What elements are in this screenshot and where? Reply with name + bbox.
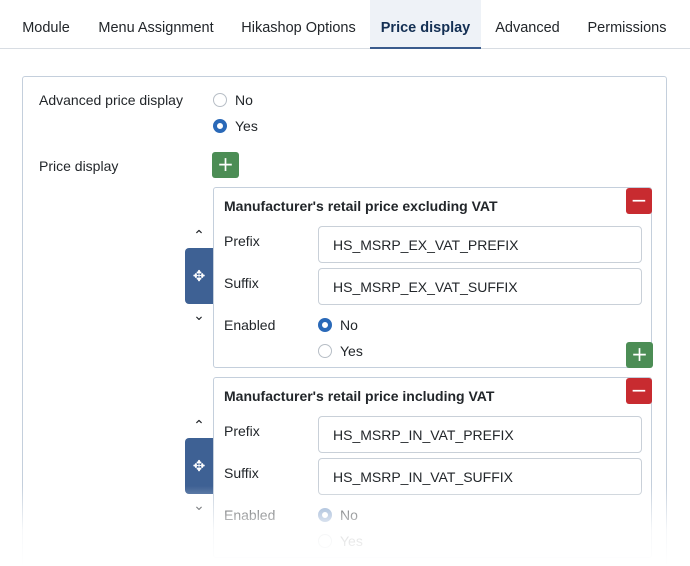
plus-icon: + [631,342,648,366]
price-display-item: Manufacturer's retail price including VA… [213,377,652,558]
tab-hikashop-options[interactable]: Hikashop Options [228,0,369,49]
minus-icon: − [630,378,648,402]
suffix-label: Suffix [224,275,259,291]
enabled-label: Enabled [224,507,276,523]
suffix-input[interactable] [318,268,642,305]
advanced-price-display-yes-radio[interactable]: Yes [213,118,258,134]
item-title: Manufacturer's retail price including VA… [224,388,495,404]
radio-label: Yes [235,118,258,134]
item-mover: ⌃ ✥ ⌄ [185,224,213,328]
arrows-move-icon: ✥ [192,457,206,475]
enabled-yes-radio[interactable]: Yes [318,343,363,359]
radio-on-icon [213,119,227,133]
radio-label: No [235,92,253,108]
radio-off-icon [318,534,332,548]
tab-price-display[interactable]: Price display [370,0,481,49]
remove-item-button[interactable]: − [626,378,652,404]
suffix-label: Suffix [224,465,259,481]
arrows-move-icon: ✥ [192,267,206,285]
remove-item-button[interactable]: − [626,188,652,214]
prefix-label: Prefix [224,423,260,439]
move-down-button[interactable]: ⌄ [185,304,213,328]
prefix-input[interactable] [318,226,642,263]
drag-handle[interactable]: ✥ [185,248,213,304]
tab-menu-assignment[interactable]: Menu Assignment [85,0,227,49]
drag-handle[interactable]: ✥ [185,438,213,494]
move-down-button[interactable]: ⌄ [185,494,213,518]
tab-bar: Module Menu Assignment Hikashop Options … [0,0,690,49]
suffix-input[interactable] [318,458,642,495]
radio-on-icon [318,318,332,332]
advanced-price-display-label: Advanced price display [39,92,183,108]
enabled-no-radio[interactable]: No [318,507,358,523]
add-after-item-button[interactable]: + [626,342,653,368]
tab-advanced[interactable]: Advanced [482,0,573,49]
item-mover: ⌃ ✥ ⌄ [185,414,213,518]
tab-permissions[interactable]: Permissions [574,0,680,49]
tab-module[interactable]: Module [8,0,84,49]
price-display-item: Manufacturer's retail price excluding VA… [213,187,653,368]
radio-label: Yes [340,343,363,359]
item-title: Manufacturer's retail price excluding VA… [224,198,498,214]
radio-off-icon [318,344,332,358]
enabled-yes-radio[interactable]: Yes [318,533,363,549]
add-price-display-button[interactable]: + [212,152,239,178]
radio-off-icon [213,93,227,107]
enabled-no-radio[interactable]: No [318,317,358,333]
radio-on-icon [318,508,332,522]
plus-icon: + [217,152,234,176]
radio-label: Yes [340,533,363,549]
price-display-label: Price display [39,158,119,174]
enabled-label: Enabled [224,317,276,333]
radio-label: No [340,317,358,333]
move-up-button[interactable]: ⌃ [185,414,213,438]
move-up-button[interactable]: ⌃ [185,224,213,248]
prefix-label: Prefix [224,233,260,249]
advanced-price-display-no-radio[interactable]: No [213,92,253,108]
prefix-input[interactable] [318,416,642,453]
radio-label: No [340,507,358,523]
minus-icon: − [630,188,648,212]
